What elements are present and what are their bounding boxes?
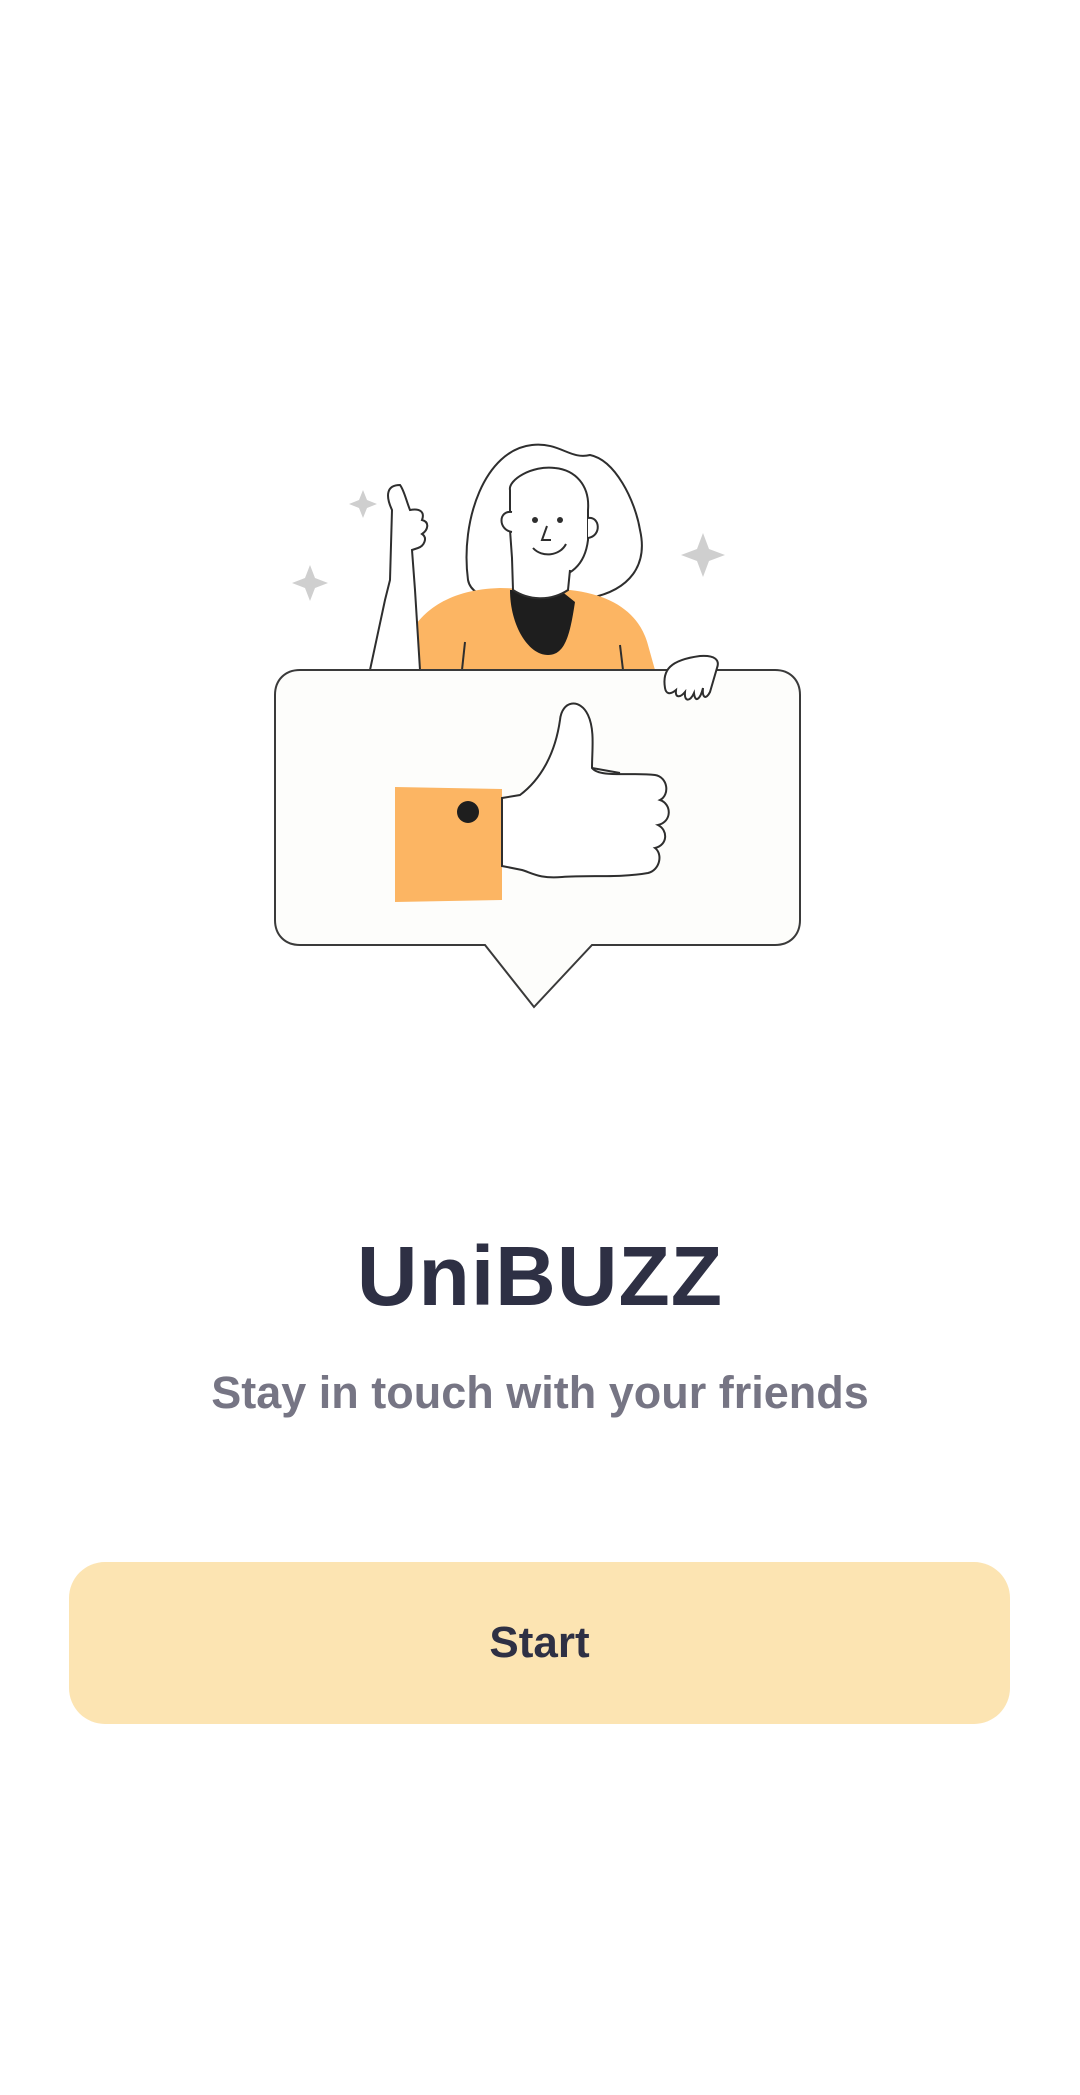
sparkle-icon	[292, 565, 328, 601]
app-tagline: Stay in touch with your friends	[211, 1367, 869, 1418]
sparkle-icon	[681, 533, 725, 577]
app-title: UniBUZZ	[356, 1229, 724, 1323]
thumbs-up-illustration	[270, 430, 810, 1010]
sparkle-icon	[349, 490, 377, 518]
start-button-label: Start	[489, 1618, 590, 1667]
start-button[interactable]: Start	[69, 1562, 1010, 1724]
